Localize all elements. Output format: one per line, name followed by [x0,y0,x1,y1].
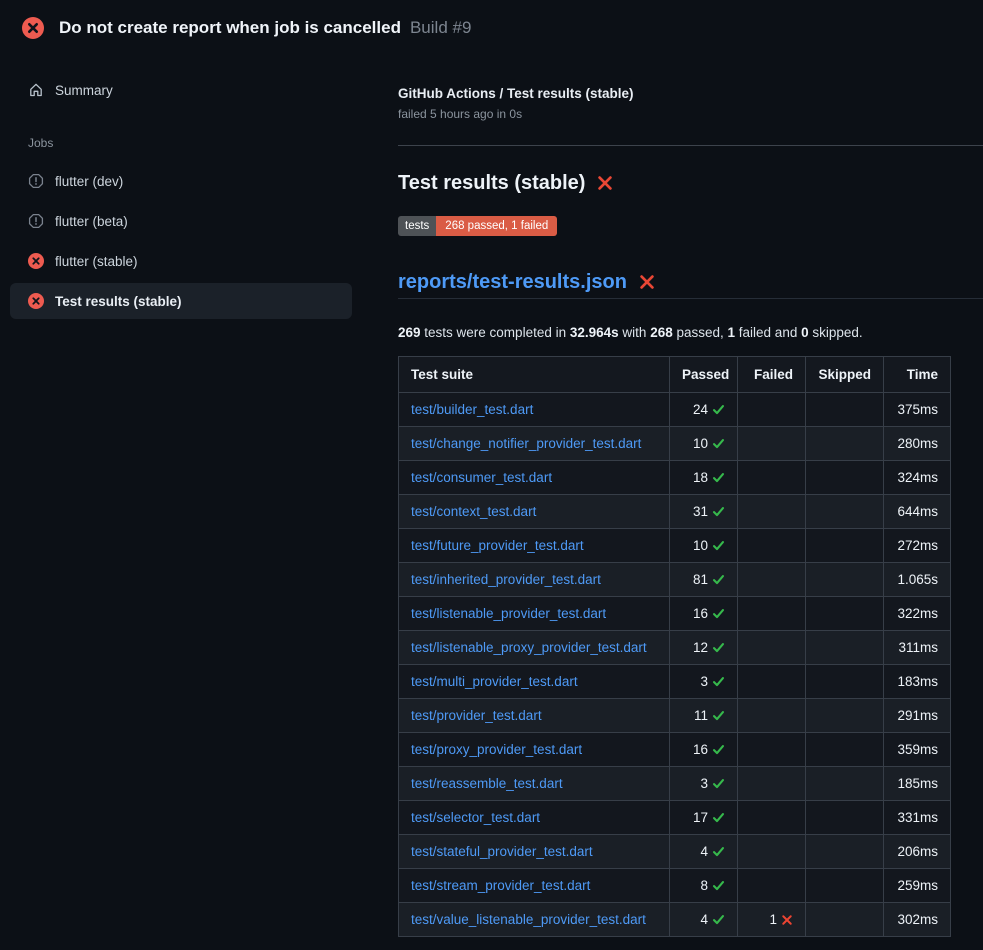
test-table-body: test/builder_test.dart 24 375ms test/cha… [399,393,951,937]
test-suite-link[interactable]: test/provider_test.dart [411,708,542,723]
cancelled-octagon-icon [28,213,44,229]
test-suite-row: test/future_provider_test.dart 10 272ms [399,529,951,563]
check-icon [712,844,725,859]
failed-x-circle-icon [28,253,44,269]
check-icon [712,436,725,451]
test-suite-link[interactable]: test/multi_provider_test.dart [411,674,578,689]
column-header-test-suite: Test suite [399,357,670,393]
github-check-run-page: Do not create report when job is cancell… [0,0,983,937]
test-suite-row: test/consumer_test.dart 18 324ms [399,461,951,495]
test-suite-row: test/multi_provider_test.dart 3 183ms [399,665,951,699]
breadcrumb: GitHub Actions / Test results (stable) [398,86,983,102]
check-icon [712,606,725,621]
check-title-text: Test results (stable) [398,170,585,196]
failed-x-icon [638,273,656,291]
summary-label: Summary [55,83,113,98]
check-icon [712,674,725,689]
run-status-text: failed 5 hours ago in 0s [398,107,983,121]
test-suite-link[interactable]: test/listenable_provider_test.dart [411,606,606,621]
sidebar-job-label: flutter (beta) [55,214,128,229]
check-icon [712,708,725,723]
app-header: Do not create report when job is cancell… [0,0,983,56]
test-suite-row: test/value_listenable_provider_test.dart… [399,903,951,937]
home-icon [28,82,44,98]
test-suite-link[interactable]: test/selector_test.dart [411,810,540,825]
test-suite-row: test/context_test.dart 31 644ms [399,495,951,529]
check-icon [712,538,725,553]
jobs-list: flutter (dev) flutter (beta) flutter (st… [10,163,352,319]
column-header-time: Time [884,357,951,393]
sidebar: Summary Jobs flutter (dev) flutter (beta… [0,56,398,323]
test-suite-row: test/builder_test.dart 24 375ms [399,393,951,427]
sidebar-job-label: Test results (stable) [55,294,182,309]
build-number: Build #9 [410,18,471,38]
sidebar-item-flutter-stable[interactable]: flutter (stable) [10,243,352,279]
tests-status-badge: tests 268 passed, 1 failed [398,216,557,236]
test-suite-row: test/inherited_provider_test.dart 81 1.0… [399,563,951,597]
test-suite-row: test/selector_test.dart 17 331ms [399,801,951,835]
check-icon [712,640,725,655]
report-file-link[interactable]: reports/test-results.json [398,269,627,295]
sidebar-job-label: flutter (stable) [55,254,138,269]
report-title: reports/test-results.json [398,269,983,299]
failed-x-icon [596,174,614,192]
sidebar-item-flutter-beta[interactable]: flutter (beta) [10,203,352,239]
test-suite-link[interactable]: test/listenable_proxy_provider_test.dart [411,640,647,655]
check-icon [712,504,725,519]
test-suite-link[interactable]: test/stateful_provider_test.dart [411,844,593,859]
table-header-row: Test suite Passed Failed Skipped Time [399,357,951,393]
test-suite-link[interactable]: test/value_listenable_provider_test.dart [411,912,646,927]
failed-x-circle-icon [28,293,44,309]
x-icon [781,912,793,927]
page-title: Do not create report when job is cancell… [59,18,471,38]
failed-x-circle-icon [22,17,44,39]
badge-value: 268 passed, 1 failed [436,216,557,236]
test-suite-link[interactable]: test/change_notifier_provider_test.dart [411,436,641,451]
test-suite-link[interactable]: test/context_test.dart [411,504,536,519]
test-suite-link[interactable]: test/consumer_test.dart [411,470,552,485]
check-icon [712,402,725,417]
header-divider [398,145,983,146]
test-suite-link[interactable]: test/reassemble_test.dart [411,776,563,791]
check-title: Test results (stable) [398,170,983,196]
column-header-failed: Failed [738,357,806,393]
check-run-content: GitHub Actions / Test results (stable) f… [398,56,983,937]
sidebar-job-label: flutter (dev) [55,174,123,189]
main-layout: Summary Jobs flutter (dev) flutter (beta… [0,56,983,937]
test-results-table: Test suite Passed Failed Skipped Time te… [398,356,951,937]
check-icon [712,878,725,893]
test-suite-row: test/reassemble_test.dart 3 185ms [399,767,951,801]
test-suite-row: test/stateful_provider_test.dart 4 206ms [399,835,951,869]
column-header-passed: Passed [670,357,738,393]
workflow-run-title: Do not create report when job is cancell… [59,18,401,38]
test-suite-link[interactable]: test/stream_provider_test.dart [411,878,590,893]
jobs-section-label: Jobs [10,136,352,150]
test-suite-link[interactable]: test/proxy_provider_test.dart [411,742,582,757]
cancelled-octagon-icon [28,173,44,189]
check-icon [712,742,725,757]
test-suite-row: test/stream_provider_test.dart 8 259ms [399,869,951,903]
test-suite-link[interactable]: test/future_provider_test.dart [411,538,584,553]
test-suite-row: test/proxy_provider_test.dart 16 359ms [399,733,951,767]
check-icon [712,810,725,825]
test-summary-line: 269 tests were completed in 32.964s with… [398,324,983,341]
test-suite-row: test/listenable_proxy_provider_test.dart… [399,631,951,665]
check-icon [712,776,725,791]
badge-label: tests [398,216,436,236]
check-icon [712,912,725,927]
test-suite-row: test/change_notifier_provider_test.dart … [399,427,951,461]
sidebar-item-summary[interactable]: Summary [10,72,352,108]
test-suite-link[interactable]: test/inherited_provider_test.dart [411,572,601,587]
check-icon [712,572,725,587]
column-header-skipped: Skipped [806,357,884,393]
test-suite-row: test/provider_test.dart 11 291ms [399,699,951,733]
test-suite-row: test/listenable_provider_test.dart 16 32… [399,597,951,631]
sidebar-item-test-results-stable[interactable]: Test results (stable) [10,283,352,319]
check-icon [712,470,725,485]
test-suite-link[interactable]: test/builder_test.dart [411,402,533,417]
sidebar-item-flutter-dev[interactable]: flutter (dev) [10,163,352,199]
